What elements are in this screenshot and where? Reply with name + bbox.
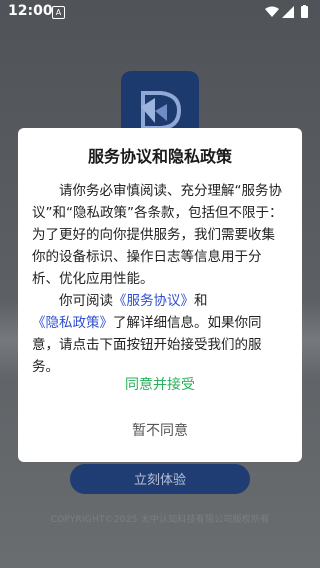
dialog-paragraph-2: 你可阅读《服务协议》和《隐私政策》了解详细信息。如果你同意，请点击下面按钮开始接… [32, 290, 288, 378]
p2-prefix: 你可阅读 [59, 293, 113, 309]
signal-icon [282, 6, 294, 18]
notification-a-icon: A [52, 6, 65, 19]
copyright-text: COPYRIGHT©2025 太中认知科技有限公司版权所有 [50, 515, 270, 525]
service-agreement-link[interactable]: 《服务协议》 [113, 293, 194, 309]
privacy-dialog: 服务协议和隐私政策 请你务必审慎阅读、充分理解“服务协议”和“隐私政策”各条款，… [18, 128, 302, 462]
wifi-icon [265, 6, 279, 17]
status-bar: 12:00 A [0, 0, 320, 24]
status-time: 12:00 [8, 3, 53, 19]
status-icons [265, 5, 308, 18]
try-now-button[interactable]: 立刻体验 [70, 464, 250, 494]
dialog-paragraph-1: 请你务必审慎阅读、充分理解“服务协议”和“隐私政策”各条款，包括但不限于：为了更… [32, 183, 283, 287]
dialog-title: 服务协议和隐私政策 [87, 147, 232, 166]
p2-and: 和 [194, 293, 208, 309]
disagree-button[interactable]: 暂不同意 [18, 416, 302, 446]
agree-button[interactable]: 同意并接受 [18, 370, 302, 400]
battery-icon [301, 6, 308, 18]
privacy-policy-link[interactable]: 《隐私政策》 [32, 315, 113, 331]
